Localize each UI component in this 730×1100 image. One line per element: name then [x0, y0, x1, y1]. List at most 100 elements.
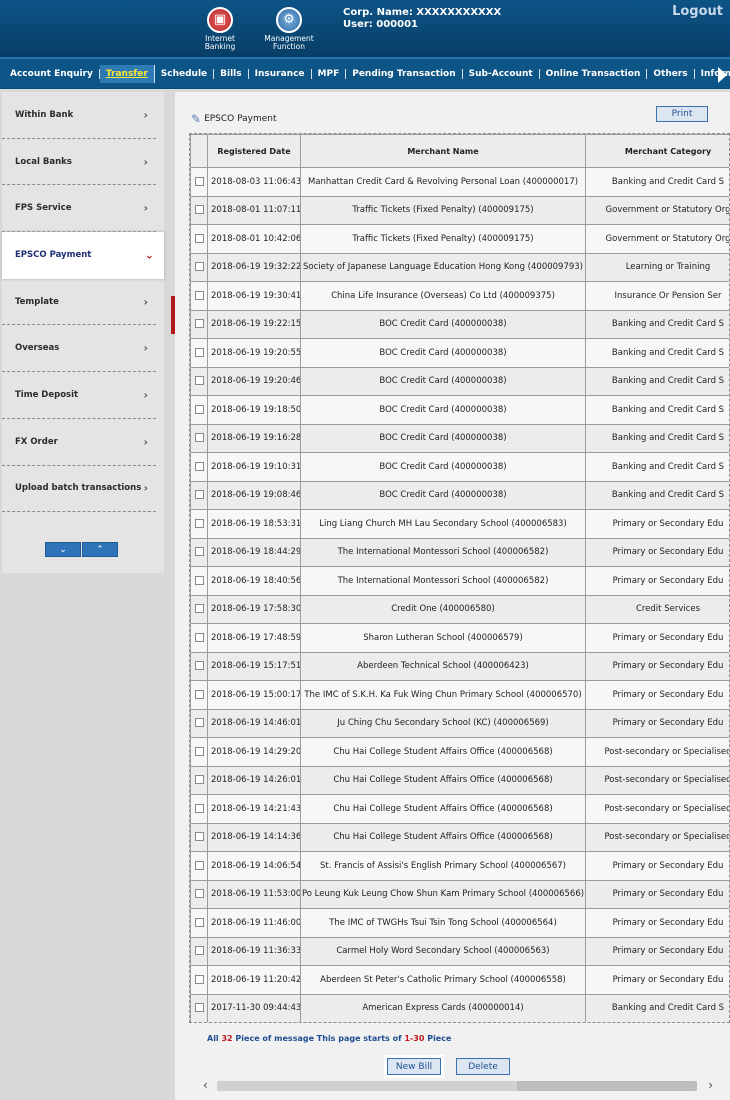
row-checkbox[interactable] — [194, 433, 204, 443]
row-checkbox[interactable] — [194, 176, 204, 186]
table-row[interactable]: 2018-06-19 15:00:17 The IMC of S.K.H. Ka … — [190, 680, 729, 710]
new-bill-button[interactable]: New Bill — [387, 1058, 441, 1075]
sidebar-item-upload-batch[interactable]: Upload batch transactions › — [2, 466, 156, 513]
table-row[interactable]: 2018-06-19 19:08:46 BOC Credit Card (4000… — [190, 480, 729, 510]
sidebar-item-fps-service[interactable]: FPS Service › — [2, 185, 156, 233]
scroll-thumb[interactable] — [217, 1081, 517, 1091]
row-checkbox[interactable] — [194, 718, 204, 728]
row-checkbox[interactable] — [194, 319, 204, 329]
table-row[interactable]: 2018-06-19 14:46:01 Ju Ching Chu Secondar… — [190, 708, 729, 738]
row-checkbox[interactable] — [194, 604, 204, 614]
merchant-name-cell: BOC Credit Card (400000038) — [300, 366, 586, 396]
row-checkbox[interactable] — [194, 233, 204, 243]
row-checkbox[interactable] — [194, 832, 204, 842]
nav-insurance[interactable]: Insurance — [249, 68, 312, 79]
print-button[interactable]: Print — [656, 106, 708, 122]
scroll-down-button[interactable]: ⌄ — [45, 542, 81, 557]
table-row[interactable]: 2017-11-30 09:44:43 American Express Card… — [190, 993, 729, 1022]
table-row[interactable]: 2018-06-19 19:18:50 BOC Credit Card (4000… — [190, 395, 729, 425]
table-row[interactable]: 2018-06-19 14:29:20 Chu Hai College Stude… — [190, 737, 729, 767]
table-row[interactable]: 2018-08-03 11:06:43 Manhattan Credit Card… — [190, 167, 729, 197]
horizontal-scrollbar[interactable]: ‹ › — [203, 1078, 713, 1092]
table-row[interactable]: 2018-06-19 18:53:31 Ling Liang Church MH … — [190, 509, 729, 539]
table-row[interactable]: 2018-06-19 17:48:59 Sharon Lutheran Schoo… — [190, 623, 729, 653]
scroll-up-button[interactable]: ⌃ — [82, 542, 118, 557]
row-checkbox[interactable] — [194, 262, 204, 272]
nav-others[interactable]: Others — [647, 68, 695, 79]
sidebar-item-fx-order[interactable]: FX Order › — [2, 419, 156, 466]
row-checkbox[interactable] — [194, 347, 204, 357]
nav-transfer[interactable]: Transfer — [99, 64, 155, 83]
row-checkbox[interactable] — [194, 1003, 204, 1013]
table-row[interactable]: 2018-08-01 10:42:06 Traffic Tickets (Fixe… — [190, 224, 729, 254]
scroll-left-icon[interactable]: ‹ — [203, 1078, 208, 1092]
table-row[interactable]: 2018-06-19 14:14:36 Chu Hai College Stude… — [190, 822, 729, 852]
table-row[interactable]: 2018-06-19 15:17:51 Aberdeen Technical Sc… — [190, 651, 729, 681]
merchant-name-cell: Traffic Tickets (Fixed Penalty) (4000091… — [300, 224, 586, 254]
row-checkbox[interactable] — [194, 974, 204, 984]
sidebar-item-epsco-payment[interactable]: EPSCO Payment ⌄ — [2, 232, 164, 279]
table-row[interactable]: 2018-06-19 11:36:33 Carmel Holy Word Seco… — [190, 936, 729, 966]
sidebar-item-overseas[interactable]: Overseas › — [2, 325, 156, 373]
row-checkbox[interactable] — [194, 518, 204, 528]
row-checkbox[interactable] — [194, 860, 204, 870]
table-row[interactable]: 2018-06-19 19:30:41 China Life Insurance … — [190, 281, 729, 311]
row-select-cell — [190, 366, 208, 396]
table-row[interactable]: 2018-06-19 14:06:54 St. Francis of Assisi… — [190, 851, 729, 881]
nav-schedule[interactable]: Schedule — [155, 68, 215, 79]
nav-mpf[interactable]: MPF — [312, 68, 347, 79]
table-row[interactable]: 2018-06-19 19:10:31 BOC Credit Card (4000… — [190, 452, 729, 482]
header-merchant-category: Merchant Category — [585, 134, 729, 168]
table-row[interactable]: 2018-06-19 18:44:29 The International Mon… — [190, 537, 729, 567]
table-row[interactable]: 2018-06-19 14:26:01 Chu Hai College Stude… — [190, 765, 729, 795]
row-checkbox[interactable] — [194, 205, 204, 215]
row-checkbox[interactable] — [194, 404, 204, 414]
row-checkbox[interactable] — [194, 746, 204, 756]
nav-account-enquiry[interactable]: Account Enquiry — [4, 68, 100, 79]
table-row[interactable]: 2018-06-19 11:53:00 Po Leung Kuk Leung Ch… — [190, 879, 729, 909]
row-checkbox[interactable] — [194, 547, 204, 557]
merchant-name-cell: Aberdeen St Peter's Catholic Primary Sch… — [300, 965, 586, 995]
internet-banking-button[interactable]: ▣ Internet Banking — [190, 7, 250, 51]
table-row[interactable]: 2018-06-19 19:32:22 Society of Japanese L… — [190, 252, 729, 282]
merchant-category-cell: Banking and Credit Card S — [585, 309, 729, 339]
table-row[interactable]: 2018-06-19 11:20:42 Aberdeen St Peter's C… — [190, 965, 729, 995]
table-row[interactable]: 2018-06-19 19:20:46 BOC Credit Card (4000… — [190, 366, 729, 396]
logout-link[interactable]: Logout — [672, 4, 723, 19]
row-checkbox[interactable] — [194, 689, 204, 699]
nav-scroll-right-icon[interactable] — [718, 67, 727, 83]
sidebar-item-within-bank[interactable]: Within Bank › — [2, 92, 156, 139]
row-checkbox[interactable] — [194, 775, 204, 785]
sidebar-item-template[interactable]: Template › — [2, 279, 156, 326]
row-checkbox[interactable] — [194, 889, 204, 899]
row-checkbox[interactable] — [194, 917, 204, 927]
row-checkbox[interactable] — [194, 632, 204, 642]
nav-online-transaction[interactable]: Online Transaction — [540, 68, 648, 79]
row-checkbox[interactable] — [194, 461, 204, 471]
row-select-cell — [190, 509, 208, 539]
nav-bills[interactable]: Bills — [214, 68, 249, 79]
row-checkbox[interactable] — [194, 490, 204, 500]
table-row[interactable]: 2018-06-19 11:46:00 The IMC of TWGHs Tsui… — [190, 908, 729, 938]
delete-button[interactable]: Delete — [456, 1058, 510, 1075]
table-row[interactable]: 2018-06-19 17:58:30 Credit One (400006580… — [190, 594, 729, 624]
table-row[interactable]: 2018-06-19 19:20:55 BOC Credit Card (4000… — [190, 338, 729, 368]
row-checkbox[interactable] — [194, 803, 204, 813]
scroll-right-icon[interactable]: › — [708, 1078, 713, 1092]
nav-pending-transaction[interactable]: Pending Transaction — [346, 68, 463, 79]
merchant-name-cell: Traffic Tickets (Fixed Penalty) (4000091… — [300, 195, 586, 225]
row-checkbox[interactable] — [194, 290, 204, 300]
row-checkbox[interactable] — [194, 661, 204, 671]
row-checkbox[interactable] — [194, 946, 204, 956]
table-row[interactable]: 2018-06-19 19:16:28 BOC Credit Card (4000… — [190, 423, 729, 453]
table-row[interactable]: 2018-06-19 18:40:56 The International Mon… — [190, 566, 729, 596]
sidebar-item-local-banks[interactable]: Local Banks › — [2, 139, 156, 186]
sidebar-item-time-deposit[interactable]: Time Deposit › — [2, 372, 156, 419]
row-checkbox[interactable] — [194, 376, 204, 386]
row-checkbox[interactable] — [194, 575, 204, 585]
table-row[interactable]: 2018-08-01 11:07:11 Traffic Tickets (Fixe… — [190, 195, 729, 225]
management-function-button[interactable]: ⚙ Management Function — [259, 7, 319, 51]
table-row[interactable]: 2018-06-19 14:21:43 Chu Hai College Stude… — [190, 794, 729, 824]
nav-sub-account[interactable]: Sub-Account — [463, 68, 540, 79]
table-row[interactable]: 2018-06-19 19:22:15 BOC Credit Card (4000… — [190, 309, 729, 339]
